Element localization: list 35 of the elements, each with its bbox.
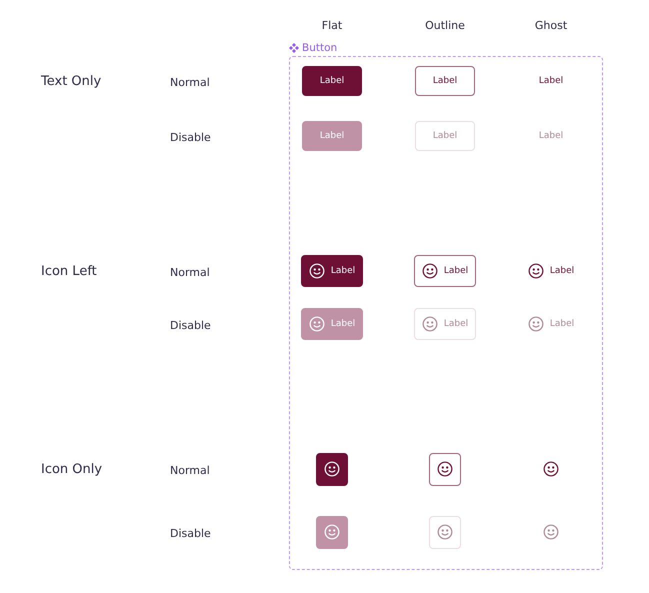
state-label: Disable [170,130,212,144]
label-button[interactable]: Label [302,66,362,96]
group-label: Icon Only [41,462,104,476]
smiley-icon [324,461,340,477]
state-label: Normal [170,463,211,477]
label-button[interactable]: Label [521,66,581,96]
component-icon [289,43,299,53]
label-button[interactable]: Label [301,255,363,287]
component-name: Button [302,42,338,54]
group-label: Icon Left [41,264,98,278]
state-label: Disable [170,318,212,332]
label-button[interactable] [429,452,461,486]
column-header: Flat [322,19,342,32]
label-button[interactable]: Label [520,255,582,287]
label-button[interactable]: Label [415,66,475,96]
smiley-icon [422,263,438,279]
smiley-icon [422,316,438,332]
smiley-icon [437,524,453,540]
smiley-icon [308,263,325,279]
smiley-icon [528,316,544,332]
smiley-icon [543,461,559,477]
label-button[interactable] [316,452,348,486]
smiley-icon [528,263,544,279]
state-label: Disable [170,526,212,540]
label-button[interactable] [542,460,560,478]
smiley-icon [308,316,325,332]
smiley-icon [324,524,340,540]
smiley-icon [543,524,559,540]
state-label: Normal [170,75,211,89]
column-header: Outline [425,19,465,32]
group-label: Text Only [41,74,102,88]
smiley-icon [437,461,453,477]
state-label: Normal [170,265,211,279]
column-header: Ghost [534,19,568,32]
label-button[interactable]: Label [414,255,476,287]
